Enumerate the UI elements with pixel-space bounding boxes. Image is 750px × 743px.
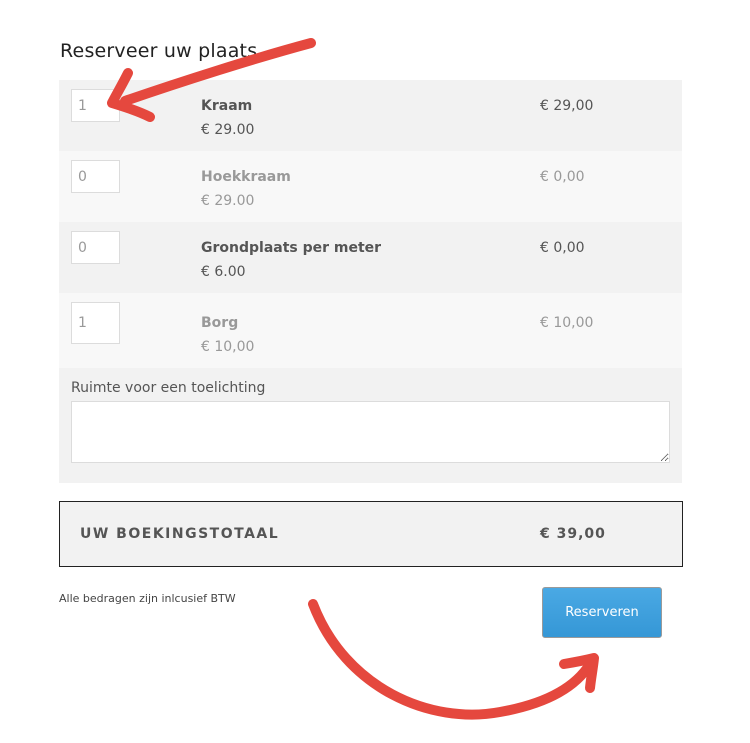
item-line-total: € 10,00 [540,315,594,331]
item-row-grondplaats: Grondplaats per meter € 6.00 € 0,00 [59,222,682,293]
item-name: Kraam [201,98,253,114]
item-name: Borg [201,315,239,331]
notes-label: Ruimte voor een toelichting [71,380,266,396]
page-title: Reserveer uw plaats [60,40,258,62]
item-unit-price: € 6.00 [201,264,246,280]
item-name: Grondplaats per meter [201,240,382,256]
booking-total-label: UW BOEKINGSTOTAAL [80,526,280,542]
item-unit-price: € 29.00 [201,193,255,209]
notes-textarea[interactable] [71,401,670,463]
item-row-borg: Borg € 10,00 € 10,00 [59,293,682,368]
item-line-total: € 0,00 [540,240,585,256]
quantity-input-hoekkraam[interactable] [71,160,120,193]
vat-note: Alle bedragen zijn inlcusief BTW [59,592,236,605]
item-unit-price: € 10,00 [201,339,255,355]
item-row-hoekkraam: Hoekkraam € 29.00 € 0,00 [59,151,682,222]
item-unit-price: € 29.00 [201,122,255,138]
quantity-input-grondplaats[interactable] [71,231,120,264]
item-line-total: € 29,00 [540,98,594,114]
item-line-total: € 0,00 [540,169,585,185]
item-row-kraam: Kraam € 29.00 € 29,00 [59,80,682,151]
quantity-input-kraam[interactable] [71,89,120,122]
booking-total-box: UW BOEKINGSTOTAAL € 39,00 [59,501,683,567]
quantity-input-borg[interactable] [71,302,120,344]
booking-total-value: € 39,00 [540,526,606,542]
reservation-form: Kraam € 29.00 € 29,00 Hoekkraam € 29.00 … [59,80,682,483]
reserve-button[interactable]: Reserveren [542,587,662,638]
item-name: Hoekkraam [201,169,291,185]
